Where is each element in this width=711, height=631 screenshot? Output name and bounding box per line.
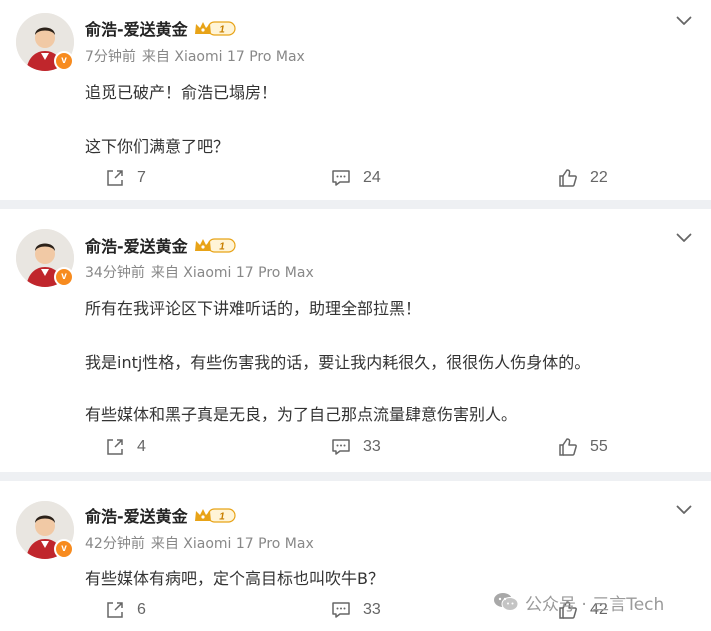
share-count: 4 <box>137 438 146 455</box>
post-meta: 7分钟前 来自 Xiaomi 17 Pro Max <box>85 46 305 66</box>
chevron-down-icon <box>676 505 692 514</box>
vip-level: 1 <box>219 512 225 523</box>
share-count: 7 <box>137 169 146 186</box>
post-time[interactable]: 7分钟前 <box>85 49 136 65</box>
author-name[interactable]: 俞浩-爱送黄金 <box>85 233 188 257</box>
more-options-button[interactable] <box>675 229 693 247</box>
post-meta: 42分钟前 来自 Xiaomi 17 Pro Max <box>85 533 314 553</box>
chevron-down-icon <box>676 233 692 242</box>
post-card: v 俞浩-爱送黄金 1 34分钟前 来自 Xiaomi 17 Pro Max 所有… <box>0 209 711 472</box>
post-text-line: 有些媒体和黑子真是无良，为了自己那点流量肆意伤害别人。 <box>85 405 518 424</box>
post-card: v 俞浩-爱送黄金 1 7分钟前 来自 Xiaomi 17 Pro Max 追觅已… <box>0 0 711 200</box>
author-row: 俞浩-爱送黄金 1 <box>85 504 236 526</box>
crown-vip-icon[interactable]: 1 <box>194 506 236 524</box>
author-row: 俞浩-爱送黄金 1 <box>85 17 236 39</box>
post-text-line: 所有在我评论区下讲难听话的，助理全部拉黑！ <box>85 299 422 318</box>
comment-button[interactable]: 33 <box>331 599 381 621</box>
like-button[interactable]: 22 <box>558 167 608 189</box>
verified-v-badge-icon: v <box>54 539 74 559</box>
post-actions: 4 33 55 <box>0 436 711 458</box>
weibo-feed: v 俞浩-爱送黄金 1 7分钟前 来自 Xiaomi 17 Pro Max 追觅已… <box>0 0 711 631</box>
wechat-icon <box>493 592 519 612</box>
verified-v-badge-icon: v <box>54 51 74 71</box>
vip-level: 1 <box>219 242 225 253</box>
share-icon <box>105 168 125 188</box>
post-source: 来自 Xiaomi 17 Pro Max <box>150 265 314 281</box>
comment-count: 24 <box>363 169 381 186</box>
chevron-down-icon <box>676 16 692 25</box>
author-name[interactable]: 俞浩-爱送黄金 <box>85 503 188 527</box>
post-meta: 34分钟前 来自 Xiaomi 17 Pro Max <box>85 262 314 282</box>
share-button[interactable]: 7 <box>105 167 146 189</box>
post-source: 来自 Xiaomi 17 Pro Max <box>141 49 305 65</box>
post-text-line: 有些媒体有病吧，定个高目标也叫吹牛B？ <box>85 569 384 588</box>
comment-icon <box>331 168 351 188</box>
comment-icon <box>331 437 351 457</box>
share-icon <box>105 437 125 457</box>
like-button[interactable]: 55 <box>558 436 608 458</box>
crown-vip-icon[interactable]: 1 <box>194 19 236 37</box>
thumbs-up-icon <box>558 437 578 457</box>
post-text-line: 这下你们满意了吧？ <box>85 137 230 156</box>
avatar[interactable]: v <box>16 229 74 287</box>
comment-button[interactable]: 33 <box>331 436 381 458</box>
vip-level: 1 <box>219 25 225 36</box>
share-count: 6 <box>137 601 146 618</box>
share-button[interactable]: 4 <box>105 436 146 458</box>
more-options-button[interactable] <box>675 12 693 30</box>
author-row: 俞浩-爱送黄金 1 <box>85 234 236 256</box>
author-name[interactable]: 俞浩-爱送黄金 <box>85 16 188 40</box>
comment-count: 33 <box>363 438 381 455</box>
like-count: 55 <box>590 438 608 455</box>
watermark: 公众号 · 三言Tech <box>493 591 665 615</box>
comment-icon <box>331 600 351 620</box>
more-options-button[interactable] <box>675 501 693 519</box>
share-icon <box>105 600 125 620</box>
thumbs-up-icon <box>558 168 578 188</box>
post-text-line: 我是intj性格，有些伤害我的话，要让我内耗很久，很很伤人伤身体的。 <box>85 353 591 372</box>
comment-count: 33 <box>363 601 381 618</box>
post-time[interactable]: 34分钟前 <box>85 265 145 281</box>
avatar[interactable]: v <box>16 501 74 559</box>
comment-button[interactable]: 24 <box>331 167 381 189</box>
post-actions: 7 24 22 <box>0 167 711 189</box>
watermark-text: 公众号 · 三言Tech <box>525 594 665 615</box>
share-button[interactable]: 6 <box>105 599 146 621</box>
verified-v-badge-icon: v <box>54 267 74 287</box>
crown-vip-icon[interactable]: 1 <box>194 236 236 254</box>
post-separator <box>0 200 711 209</box>
post-text-line: 追觅已破产！俞浩已塌房！ <box>85 83 278 102</box>
post-separator <box>0 472 711 481</box>
avatar[interactable]: v <box>16 13 74 71</box>
post-source: 来自 Xiaomi 17 Pro Max <box>150 536 314 552</box>
like-count: 22 <box>590 169 608 186</box>
post-time[interactable]: 42分钟前 <box>85 536 145 552</box>
